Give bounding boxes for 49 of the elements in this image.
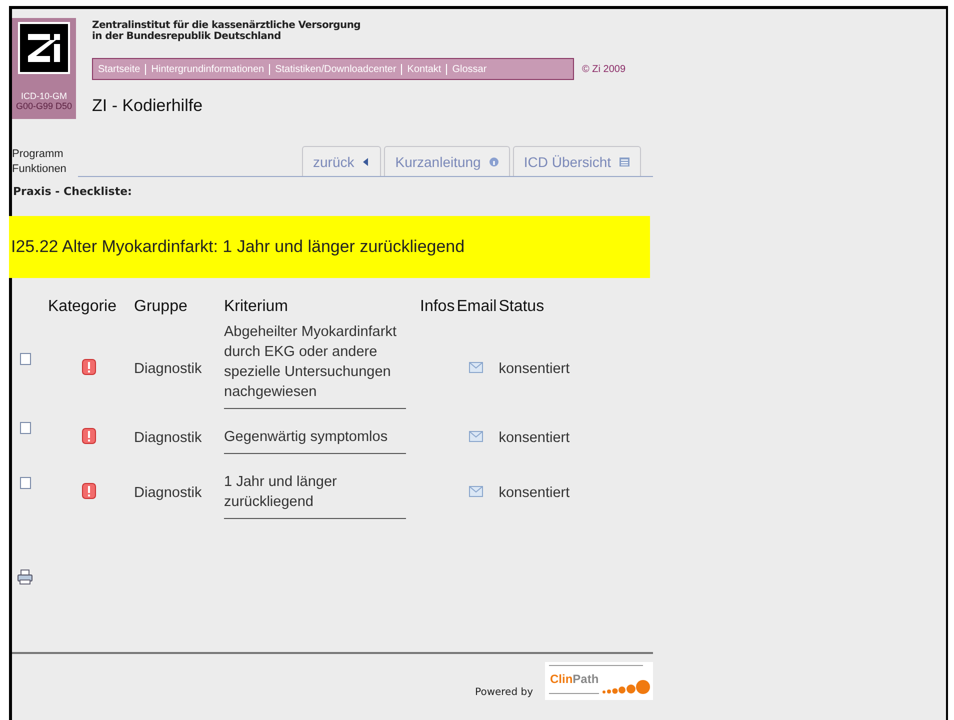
powered-by-label: Powered by (475, 687, 533, 698)
diagnosis-banner: I25.22 Alter Myokardinfarkt: 1 Jahr und länger zurückliegend (9, 216, 650, 278)
email-icon[interactable] (468, 486, 483, 496)
column-header: Email (456, 298, 498, 317)
checkbox[interactable] (20, 422, 31, 434)
criterion-text: Abgeheilter Myokardinfarkt durch EKG oder andere spezielle Untersuchungen nachgewiesen (224, 324, 396, 400)
group-cell: Diagnostik (134, 430, 202, 446)
list-icon (619, 156, 630, 166)
checkbox[interactable] (20, 476, 31, 488)
copyright: © Zi 2009 (582, 64, 626, 74)
column-header: Gruppe (134, 298, 188, 317)
back-arrow-icon (362, 156, 370, 166)
email-icon[interactable] (468, 430, 483, 442)
nav-link[interactable]: Startseite (98, 64, 140, 74)
email-icon[interactable] (468, 362, 483, 372)
warning-icon (82, 428, 96, 444)
section-title: Praxis - Checkliste: (13, 185, 133, 198)
status-cell: konsentiert (498, 484, 570, 500)
clinpath-logo[interactable]: ClinPath (545, 662, 653, 700)
nav-link[interactable]: Statistiken/Downloadcenter (275, 64, 396, 74)
function-tab[interactable]: Kurzanleitung (384, 146, 510, 176)
status-cell: konsentiert (498, 360, 570, 376)
column-header: Status (498, 298, 546, 317)
column-header: Kriterium (224, 298, 290, 317)
functions-label: Funktionen (12, 162, 68, 177)
warning-icon (82, 358, 96, 374)
nav-link[interactable]: Glossar (452, 64, 487, 74)
status-cell: konsentiert (498, 430, 570, 446)
criterion-text: 1 Jahr und länger zurückliegend (224, 474, 337, 510)
warning-icon (82, 482, 96, 498)
column-header: Infos (420, 298, 456, 317)
function-tab[interactable]: ICD Übersicht (512, 146, 641, 176)
info-icon (488, 156, 499, 166)
column-header: Kategorie (47, 298, 118, 317)
print-icon[interactable] (17, 569, 33, 585)
logo-label: ICD-10-GM (20, 91, 67, 101)
functions-label: Programm (12, 147, 64, 162)
function-tab[interactable]: zurück (302, 146, 382, 176)
group-cell: Diagnostik (134, 484, 202, 500)
app-title: ZI - Kodierhilfe (92, 96, 204, 116)
checkbox[interactable] (20, 352, 31, 364)
zi-mark-icon (18, 22, 70, 74)
nav-link[interactable]: Hintergrundinformationen (151, 64, 264, 74)
group-cell: Diagnostik (134, 360, 202, 376)
nav-link[interactable]: Kontakt (407, 64, 442, 74)
criterion-text: Gegenwärtig symptomlos (224, 429, 388, 445)
institute-name: in der Bundesrepublik Deutschland (92, 31, 282, 42)
institute-name: Zentralinstitut für die kassenärztliche Versorgung (92, 20, 362, 31)
logo-label: G00-G99 D50 (16, 101, 72, 111)
